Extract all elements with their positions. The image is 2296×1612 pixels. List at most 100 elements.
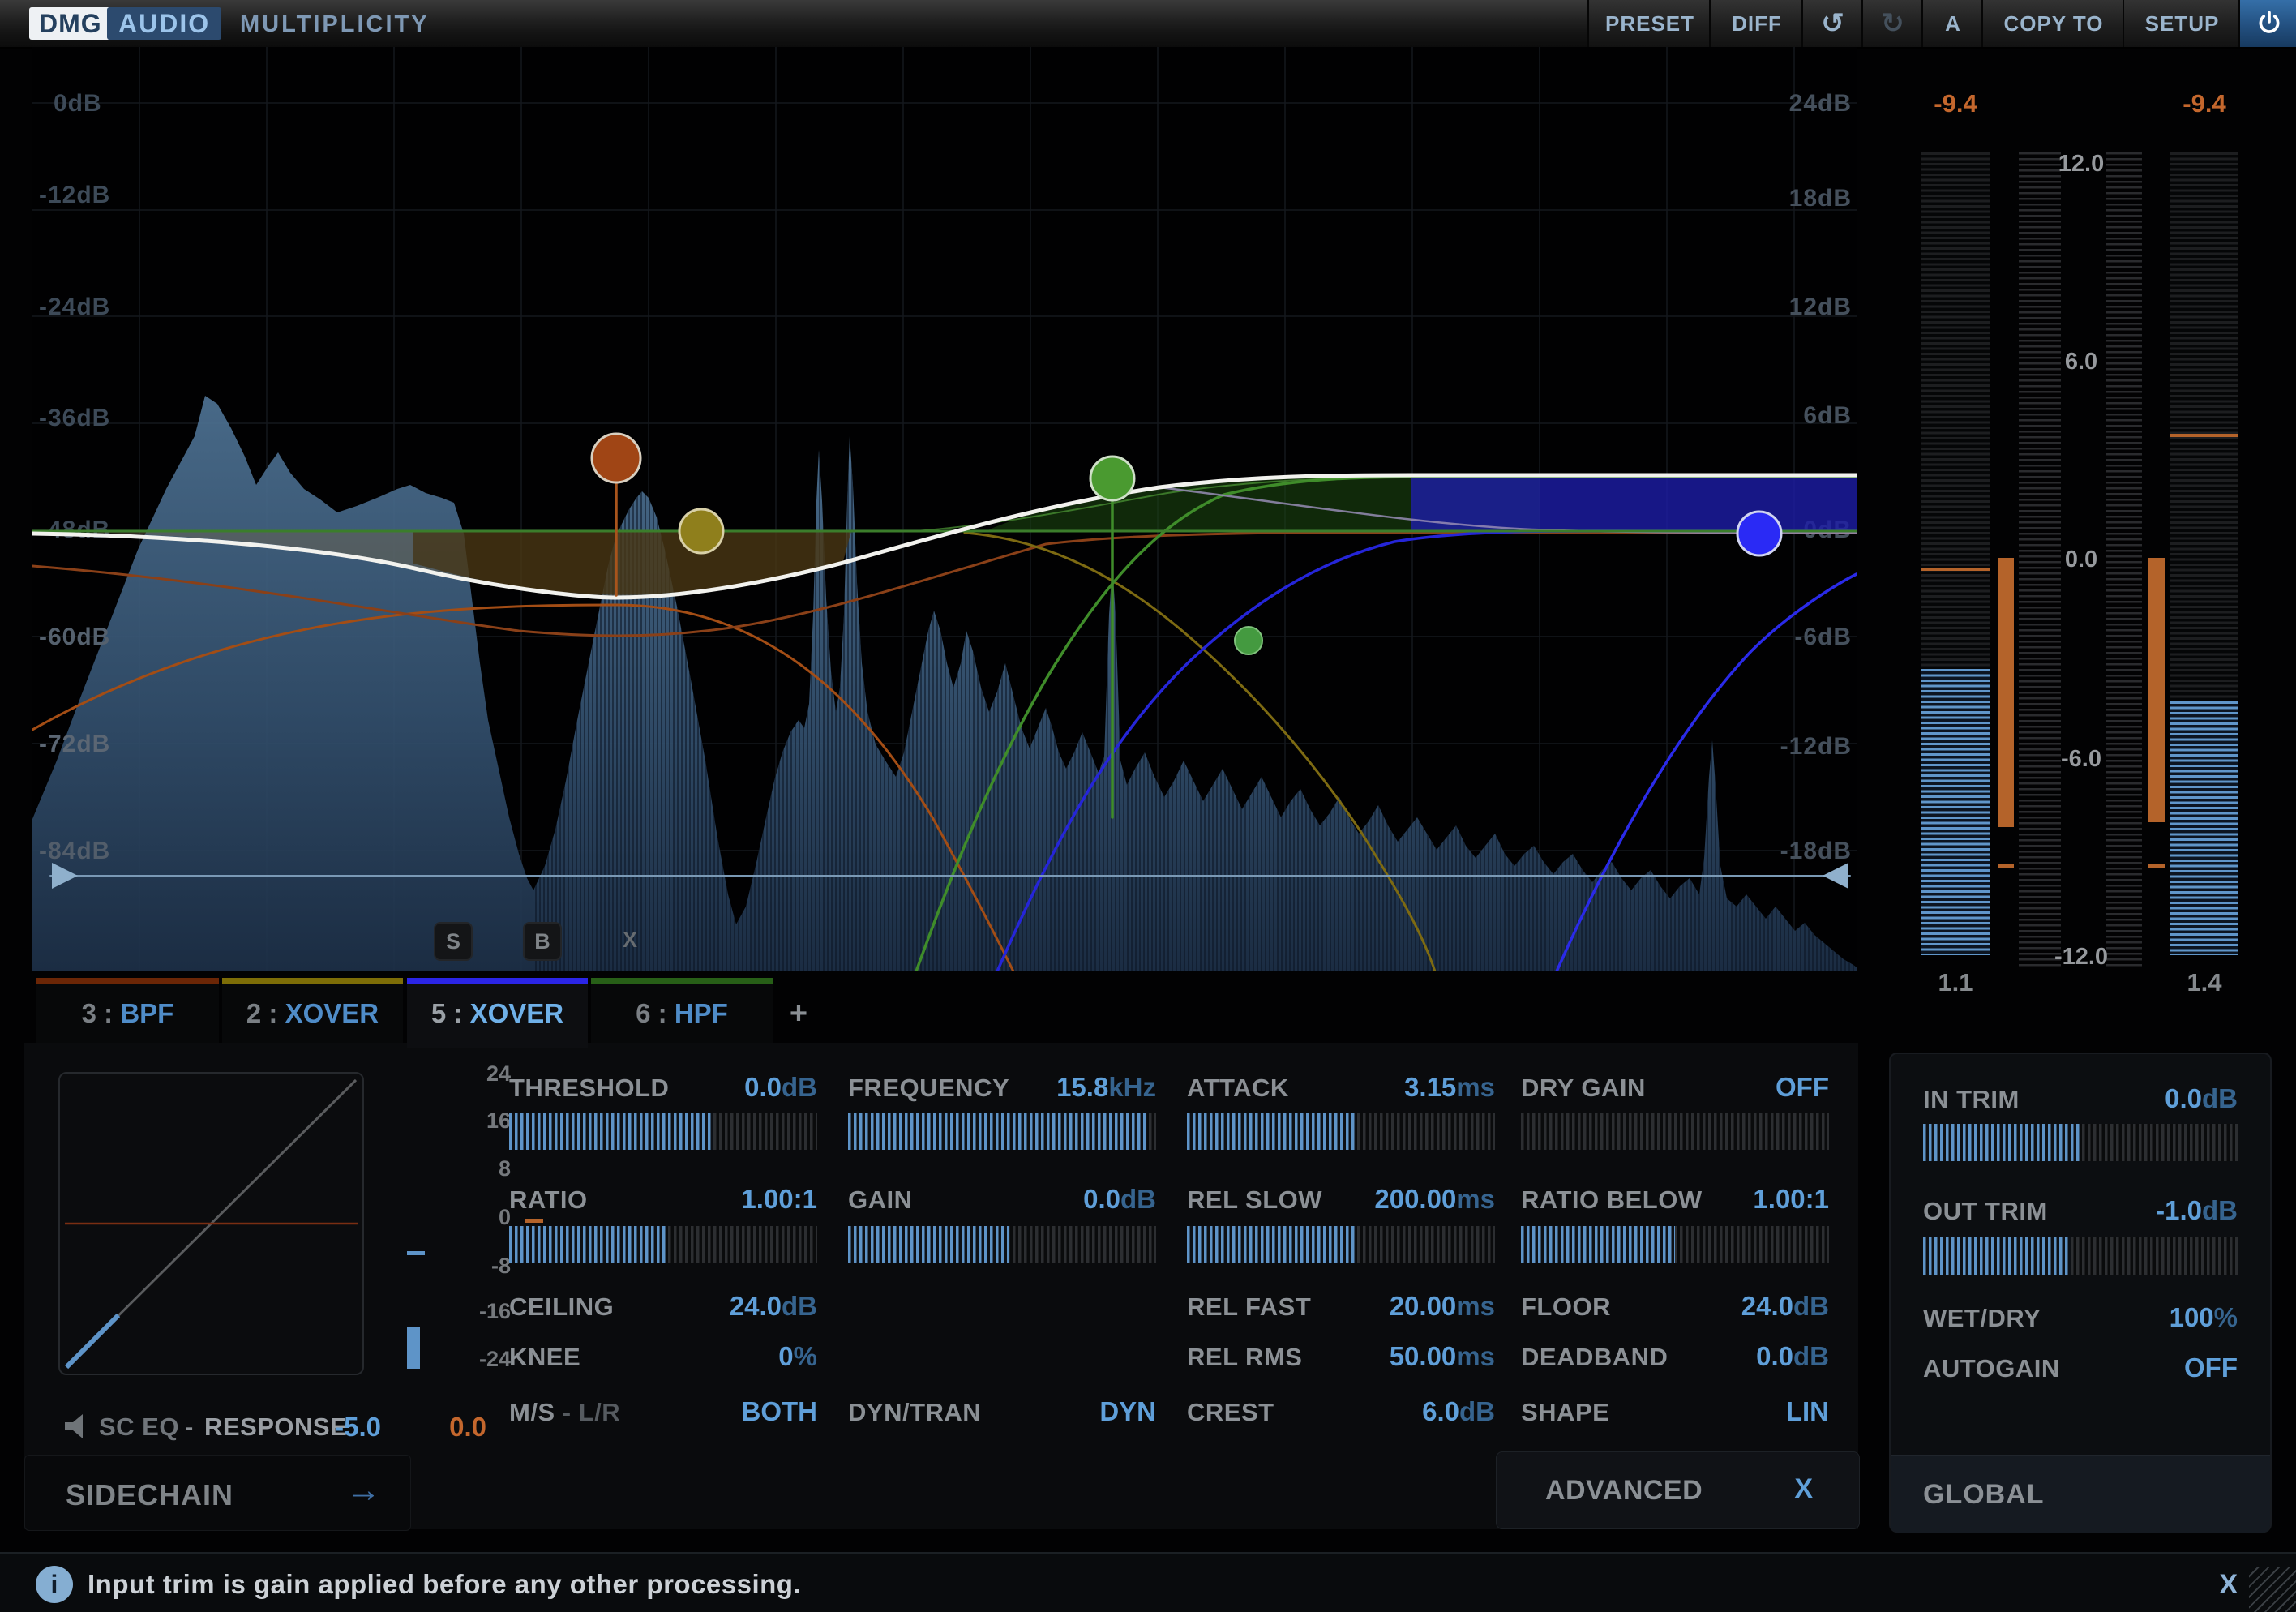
info-icon: i xyxy=(36,1566,73,1603)
floor-value[interactable]: 24.0dB xyxy=(1521,1291,1829,1322)
frequency-slider[interactable] xyxy=(848,1113,1156,1150)
right-peak-readout[interactable]: -9.4 xyxy=(2162,89,2247,118)
speaker-icon[interactable] xyxy=(63,1413,91,1440)
node-band3-bpf[interactable] xyxy=(592,434,640,482)
tab-number: 2 xyxy=(246,998,261,1028)
left-gain-reduction-bar xyxy=(1998,558,2014,827)
knee-scale-8: 8 xyxy=(452,1156,511,1181)
ratio-slider[interactable] xyxy=(509,1226,817,1263)
delete-band-button[interactable]: X xyxy=(612,922,648,958)
tab-color-stripe xyxy=(591,978,773,984)
rel-fast-value[interactable]: 20.00ms xyxy=(1187,1291,1495,1322)
meter-scale-m12: -12.0 xyxy=(2024,944,2138,971)
ratio-below-value[interactable]: 1.00:1 xyxy=(1521,1184,1829,1215)
left-gr-hold-dash xyxy=(1998,864,2014,868)
dmg-logo: DMG xyxy=(29,7,112,40)
tab-band-6-hpf[interactable]: 6 : HPF xyxy=(591,978,773,1043)
transfer-curve-display[interactable] xyxy=(58,1072,364,1375)
dry-gain-slider[interactable] xyxy=(1521,1113,1829,1150)
preset-button[interactable]: PRESET xyxy=(1587,0,1711,47)
global-footer[interactable]: GLOBAL xyxy=(1891,1455,2270,1533)
threshold-value[interactable]: 0.0dB xyxy=(509,1072,817,1103)
ms-lr-value[interactable]: BOTH xyxy=(509,1396,817,1427)
crest-value[interactable]: 6.0dB xyxy=(1187,1396,1495,1427)
ratio-below-slider[interactable] xyxy=(1521,1226,1829,1263)
global-panel: IN TRIM 0.0dB OUT TRIM -1.0dB WET/DRY 10… xyxy=(1889,1053,2272,1533)
right-peak-hold-line xyxy=(2170,434,2238,437)
knee-scale-m8: -8 xyxy=(452,1254,511,1279)
status-bar: i Input trim is gain applied before any … xyxy=(0,1552,2296,1612)
autogain-value[interactable]: OFF xyxy=(1923,1353,2238,1383)
copy-to-button[interactable]: COPY TO xyxy=(1981,0,2124,47)
power-button[interactable] xyxy=(2238,0,2296,47)
knee-value[interactable]: 0% xyxy=(509,1341,817,1372)
undo-icon[interactable]: ↺ xyxy=(1801,0,1863,47)
meter-scale-6: 6.0 xyxy=(2024,349,2138,375)
right-gr-hold-dash xyxy=(2148,864,2165,868)
response-graph[interactable]: 0dB -12dB -24dB -36dB -48dB -60dB -72dB … xyxy=(32,47,1857,971)
tab-label: HPF xyxy=(675,998,728,1028)
rel-slow-slider[interactable] xyxy=(1187,1226,1495,1263)
gain-slider[interactable] xyxy=(848,1226,1156,1263)
sidechain-panel[interactable]: SIDECHAIN → xyxy=(24,1455,411,1531)
diff-button[interactable]: DIFF xyxy=(1709,0,1803,47)
tab-separator: : xyxy=(96,998,120,1028)
rel-rms-value[interactable]: 50.00ms xyxy=(1187,1341,1495,1372)
tab-number: 5 xyxy=(431,998,446,1028)
curves-layer xyxy=(32,47,1857,971)
resize-grip[interactable] xyxy=(2249,1567,2296,1612)
node-band2-xover[interactable] xyxy=(679,509,723,553)
response-low-value[interactable]: -5.0 xyxy=(292,1412,381,1443)
ratio-value[interactable]: 1.00:1 xyxy=(509,1184,817,1215)
frequency-value[interactable]: 15.8kHz xyxy=(848,1072,1156,1103)
meter-scale-12: 12.0 xyxy=(2024,151,2138,178)
ceiling-value[interactable]: 24.0dB xyxy=(509,1291,817,1322)
attack-slider[interactable] xyxy=(1187,1113,1495,1150)
status-message: Input trim is gain applied before any ot… xyxy=(88,1554,801,1612)
product-name: MULTIPLICITY xyxy=(240,0,430,47)
gain-value[interactable]: 0.0dB xyxy=(848,1184,1156,1215)
tab-number: 3 xyxy=(82,998,96,1028)
node-band5-xover[interactable] xyxy=(1737,512,1781,555)
out-trim-slider[interactable] xyxy=(1923,1237,2238,1275)
power-icon xyxy=(2255,10,2283,37)
out-trim-value[interactable]: -1.0dB xyxy=(1923,1195,2238,1226)
sc-eq-label[interactable]: SC EQ xyxy=(99,1413,179,1442)
attack-value[interactable]: 3.15ms xyxy=(1187,1072,1495,1103)
meter-scale-0: 0.0 xyxy=(2024,547,2138,573)
sidechain-label: SIDECHAIN xyxy=(66,1478,233,1512)
in-trim-value[interactable]: 0.0dB xyxy=(1923,1083,2238,1114)
level-marker-dash xyxy=(407,1251,425,1255)
solo-button[interactable]: S xyxy=(434,922,473,961)
tab-band-5-xover-selected[interactable]: 5 : XOVER xyxy=(407,978,588,1048)
ab-compare-button[interactable]: A xyxy=(1921,0,1983,47)
advanced-close-button[interactable]: X xyxy=(1497,1473,1813,1505)
advanced-panel[interactable]: ADVANCED X xyxy=(1496,1451,1860,1529)
threshold-slider[interactable] xyxy=(509,1113,817,1150)
node-band6-hpf[interactable] xyxy=(1090,457,1134,500)
status-close-button[interactable]: X xyxy=(2219,1554,2238,1612)
left-peak-readout[interactable]: -9.4 xyxy=(1913,89,1998,118)
dyn-tran-value[interactable]: DYN xyxy=(848,1396,1156,1427)
tab-band-2-xover[interactable]: 2 : XOVER xyxy=(222,978,403,1043)
tab-color-stripe xyxy=(222,978,403,984)
tab-number: 6 xyxy=(636,998,650,1028)
response-high-value[interactable]: 0.0 xyxy=(405,1412,486,1443)
redo-icon[interactable]: ↻ xyxy=(1861,0,1923,47)
bypass-button[interactable]: B xyxy=(523,922,562,961)
plugin-window: DMG AUDIO MULTIPLICITY PRESET DIFF ↺ ↻ A… xyxy=(0,0,2296,1612)
wet-dry-value[interactable]: 100% xyxy=(1923,1302,2238,1333)
deadband-value[interactable]: 0.0dB xyxy=(1521,1341,1829,1372)
setup-button[interactable]: SETUP xyxy=(2123,0,2240,47)
rel-slow-value[interactable]: 200.00ms xyxy=(1187,1184,1495,1215)
tab-separator: : xyxy=(651,998,675,1028)
tab-label: XOVER xyxy=(285,998,379,1028)
in-trim-slider[interactable] xyxy=(1923,1124,2238,1161)
knee-scale-0: 0 xyxy=(452,1205,511,1230)
tab-band-3-bpf[interactable]: 3 : BPF xyxy=(36,978,219,1043)
dry-gain-value[interactable]: OFF xyxy=(1521,1072,1829,1103)
add-band-button[interactable]: + xyxy=(774,984,823,1043)
shape-value[interactable]: LIN xyxy=(1521,1396,1829,1427)
node-green-small[interactable] xyxy=(1235,627,1262,654)
right-meter-value: 1.4 xyxy=(2170,968,2238,997)
